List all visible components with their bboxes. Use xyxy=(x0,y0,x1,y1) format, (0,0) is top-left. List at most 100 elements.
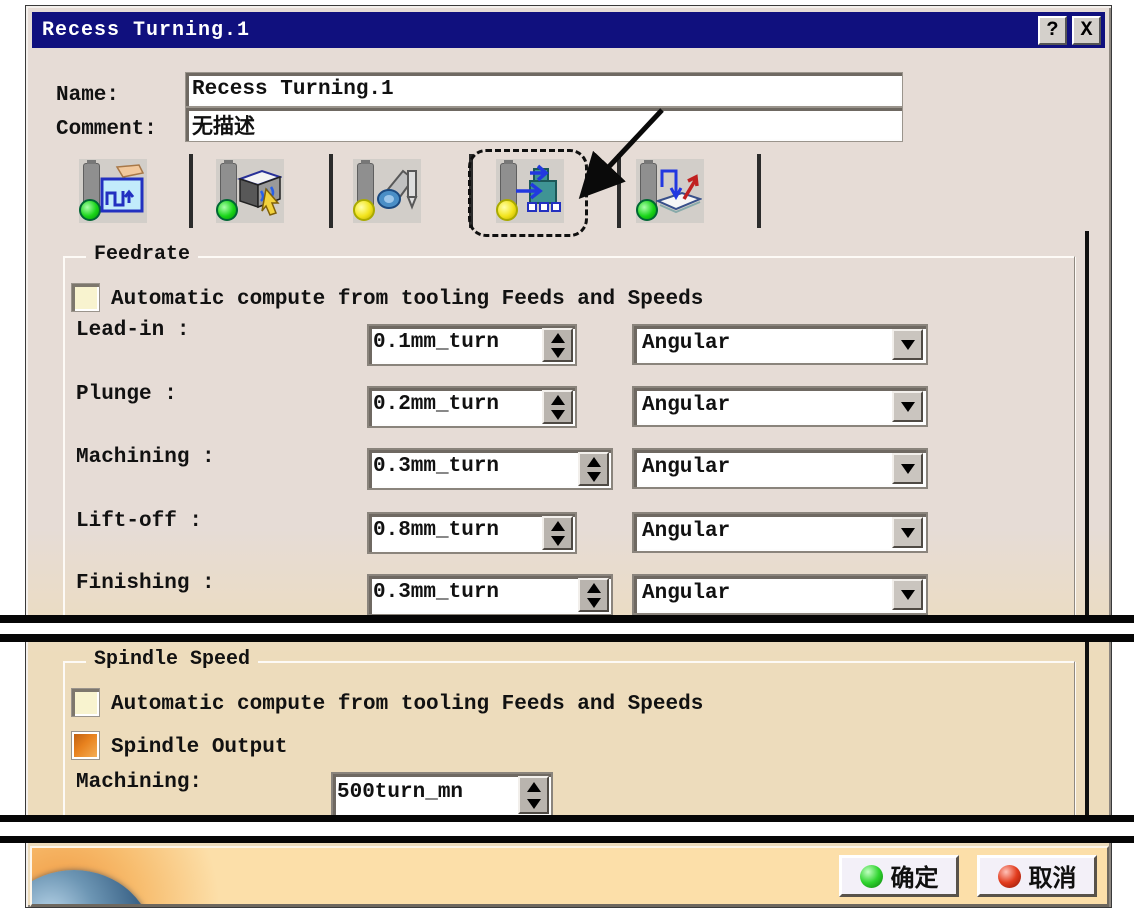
spinner-buttons[interactable] xyxy=(578,452,609,486)
leadin-value-spinner[interactable]: 0.1mm_turn xyxy=(369,326,575,364)
leadin-unit-dropdown[interactable]: Angular xyxy=(634,326,926,363)
spindle-machining-label: Machining: xyxy=(76,771,203,794)
plunge-value-spinner[interactable]: 0.2mm_turn xyxy=(369,388,575,426)
spindle-machining-spinner[interactable]: 500turn_mn xyxy=(333,774,551,816)
splice-gap xyxy=(0,623,1134,634)
cancel-button[interactable]: 取消 xyxy=(977,855,1097,897)
tab-strategy[interactable] xyxy=(79,159,147,223)
finishing-unit-dropdown[interactable]: Angular xyxy=(634,576,926,613)
spin-down-icon[interactable] xyxy=(544,533,571,548)
ok-green-ball-icon xyxy=(859,864,883,888)
cancel-red-ball-icon xyxy=(997,864,1021,888)
leadin-unit-value: Angular xyxy=(642,332,731,355)
help-button[interactable]: ? xyxy=(1038,15,1067,45)
strategy-icon xyxy=(100,164,145,213)
tab-separator xyxy=(329,154,333,228)
green-status-icon xyxy=(79,199,101,221)
dialog-title: Recess Turning.1 xyxy=(42,18,251,42)
spinner-buttons[interactable] xyxy=(542,390,573,424)
spindle-machining-value[interactable]: 500turn_mn xyxy=(333,774,516,816)
geometry-icon xyxy=(236,169,282,216)
tool-icon xyxy=(377,169,418,210)
machining-feed-value[interactable]: 0.3mm_turn xyxy=(369,450,576,488)
dropdown-arrow-icon[interactable] xyxy=(892,579,923,610)
spin-down-icon[interactable] xyxy=(520,795,547,812)
tab-feeds-and-speeds[interactable] xyxy=(496,159,564,223)
recess-turning-dialog: Recess Turning.1 ? X Name: Comment: xyxy=(25,5,1112,908)
spinner-buttons[interactable] xyxy=(578,578,609,612)
plunge-label: Plunge : xyxy=(76,383,177,406)
spindle-output-checkbox[interactable] xyxy=(72,732,99,759)
finishing-unit-value: Angular xyxy=(642,582,731,605)
splice-line xyxy=(0,815,1134,822)
ok-button-label: 确定 xyxy=(890,867,939,894)
spin-up-icon[interactable] xyxy=(580,454,607,469)
comment-input[interactable] xyxy=(186,108,902,141)
tab-macros[interactable] xyxy=(636,159,704,223)
splice-line xyxy=(0,634,1134,642)
spinner-buttons[interactable] xyxy=(518,776,549,814)
spin-down-icon[interactable] xyxy=(580,595,607,610)
screenshot-stage: Recess Turning.1 ? X Name: Comment: xyxy=(0,0,1134,917)
spin-up-icon[interactable] xyxy=(544,392,571,407)
spin-up-icon[interactable] xyxy=(580,580,607,595)
finishing-label: Finishing : xyxy=(76,572,215,595)
finishing-value[interactable]: 0.3mm_turn xyxy=(369,576,576,614)
tab-separator xyxy=(469,154,473,228)
plunge-unit-value: Angular xyxy=(642,394,731,417)
spinner-buttons[interactable] xyxy=(542,328,573,362)
spin-down-icon[interactable] xyxy=(544,407,571,422)
macros-icon xyxy=(656,169,702,214)
plunge-value[interactable]: 0.2mm_turn xyxy=(369,388,540,426)
dropdown-arrow-icon[interactable] xyxy=(892,329,923,360)
spin-up-icon[interactable] xyxy=(544,330,571,345)
tab-separator xyxy=(189,154,193,228)
machining-feed-unit-value: Angular xyxy=(642,456,731,479)
tab-separator xyxy=(617,154,621,228)
machining-feed-value-spinner[interactable]: 0.3mm_turn xyxy=(369,450,611,488)
spin-up-icon[interactable] xyxy=(520,778,547,795)
feedrate-auto-label: Automatic compute from tooling Feeds and… xyxy=(111,288,704,311)
spindle-auto-checkbox[interactable] xyxy=(72,689,99,716)
tab-geometry[interactable] xyxy=(216,159,284,223)
close-button[interactable]: X xyxy=(1072,15,1101,45)
dialog-titlebar[interactable]: Recess Turning.1 ? X xyxy=(32,12,1105,48)
name-input[interactable] xyxy=(186,73,902,106)
name-label: Name: xyxy=(56,84,120,107)
spindle-output-label: Spindle Output xyxy=(111,736,288,759)
green-status-icon xyxy=(216,199,238,221)
leadin-value[interactable]: 0.1mm_turn xyxy=(369,326,540,364)
ok-button[interactable]: 确定 xyxy=(839,855,959,897)
tab-separator xyxy=(757,154,761,228)
liftoff-unit-value: Angular xyxy=(642,520,731,543)
liftoff-value[interactable]: 0.8mm_turn xyxy=(369,514,540,552)
liftoff-label: Lift-off : xyxy=(76,510,203,533)
feeds-speeds-icon xyxy=(516,164,561,212)
machining-feed-unit-dropdown[interactable]: Angular xyxy=(634,450,926,487)
spindle-auto-label: Automatic compute from tooling Feeds and… xyxy=(111,693,704,716)
spinner-buttons[interactable] xyxy=(542,516,573,550)
comment-label: Comment: xyxy=(56,118,157,141)
finishing-value-spinner[interactable]: 0.3mm_turn xyxy=(369,576,611,614)
frame-edge-line xyxy=(1085,231,1089,819)
spin-down-icon[interactable] xyxy=(580,469,607,484)
dropdown-arrow-icon[interactable] xyxy=(892,391,923,422)
leadin-label: Lead-in : xyxy=(76,319,190,342)
cancel-button-label: 取消 xyxy=(1028,867,1077,894)
spin-up-icon[interactable] xyxy=(544,518,571,533)
spin-down-icon[interactable] xyxy=(544,345,571,360)
feedrate-auto-checkbox[interactable] xyxy=(72,284,99,311)
tab-tool[interactable] xyxy=(353,159,421,223)
liftoff-unit-dropdown[interactable]: Angular xyxy=(634,514,926,551)
spindle-speed-group-title: Spindle Speed xyxy=(86,648,259,671)
splice-gap xyxy=(0,822,1134,836)
plunge-unit-dropdown[interactable]: Angular xyxy=(634,388,926,425)
green-status-icon xyxy=(636,199,658,221)
dropdown-arrow-icon[interactable] xyxy=(892,517,923,548)
footer-bar: 确定 取消 xyxy=(30,846,1109,907)
dropdown-arrow-icon[interactable] xyxy=(892,453,923,484)
yellow-status-icon xyxy=(353,199,375,221)
feedrate-group: Feedrate xyxy=(63,243,1075,624)
machining-feed-label: Machining : xyxy=(76,446,215,469)
liftoff-value-spinner[interactable]: 0.8mm_turn xyxy=(369,514,575,552)
